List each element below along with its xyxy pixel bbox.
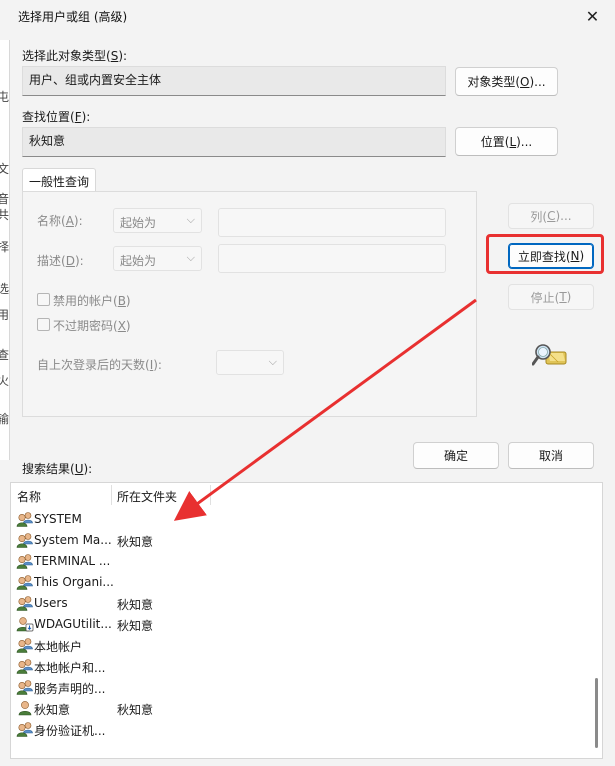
close-button[interactable]: ✕ (570, 0, 615, 32)
name-match-select[interactable]: 起始为 ⌵ (113, 208, 202, 233)
group-icon (16, 637, 34, 653)
chevron-down-icon: ⌵ (186, 251, 195, 264)
background-text: 屯 (0, 88, 9, 105)
group-icon (16, 595, 34, 611)
group-icon (16, 574, 34, 590)
object-types-button[interactable]: 对象类型(O)... (455, 67, 558, 96)
list-item[interactable]: SYSTEM (11, 509, 602, 530)
non-expiring-password-checkbox[interactable] (37, 318, 50, 331)
column-divider[interactable] (210, 485, 211, 505)
item-folder: 秋知意 (117, 535, 154, 549)
background-text: 用 (0, 306, 9, 323)
list-item[interactable]: TERMINAL ... (11, 551, 602, 572)
name-input[interactable] (218, 208, 446, 237)
stop-button[interactable]: 停止(T) (508, 284, 594, 310)
object-type-label: 选择此对象类型(S): (22, 49, 128, 63)
group-icon (16, 553, 34, 569)
background-text: 火 (0, 372, 9, 389)
list-item[interactable]: 身份验证机... (11, 719, 602, 740)
columns-button[interactable]: 列(C)... (508, 203, 594, 229)
user-download-icon (16, 616, 34, 632)
chevron-down-icon: ⌵ (268, 355, 277, 368)
item-name: System Ma... (34, 533, 112, 547)
item-name: This Organi... (34, 575, 114, 589)
list-item[interactable]: 秋知意 秋知意 (11, 698, 602, 719)
results-scrollbar[interactable] (595, 678, 598, 748)
days-since-logon-label: 自上次登录后的天数(I): (37, 358, 162, 372)
item-name: 本地帐户和... (34, 661, 106, 675)
list-item[interactable]: 服务声明的... (11, 677, 602, 698)
background-window-strip: 屯文音共择选用查火输 (0, 40, 10, 460)
list-item[interactable]: WDAGUtilit... 秋知意 (11, 614, 602, 635)
location-label: 查找位置(F): (22, 110, 91, 124)
background-text: 共 (0, 206, 9, 223)
description-input[interactable] (218, 244, 446, 273)
item-name: Users (34, 596, 68, 610)
cancel-button[interactable]: 取消 (508, 442, 594, 469)
background-text: 输 (0, 410, 9, 427)
search-results-list[interactable]: 名称 所在文件夹 SYSTEM System Ma... 秋知意 TERMINAL .… (10, 482, 603, 759)
name-label: 名称(A): (37, 214, 83, 228)
non-expiring-password-label: 不过期密码(X) (53, 319, 131, 333)
locations-button[interactable]: 位置(L)... (455, 127, 558, 156)
item-name: 服务声明的... (34, 682, 106, 696)
column-header-name[interactable]: 名称 (17, 488, 41, 505)
item-name: TERMINAL ... (34, 554, 111, 568)
background-text: 选 (0, 280, 9, 297)
title-bar: 选择用户或组 (高级) ✕ (0, 0, 615, 32)
list-item[interactable]: This Organi... (11, 572, 602, 593)
column-divider[interactable] (111, 485, 112, 505)
chevron-down-icon: ⌵ (186, 213, 195, 226)
ok-button[interactable]: 确定 (413, 442, 499, 469)
item-name: WDAGUtilit... (34, 617, 112, 631)
background-text: 音 (0, 190, 9, 207)
item-folder: 秋知意 (117, 598, 154, 612)
list-item[interactable]: Users 秋知意 (11, 593, 602, 614)
item-folder: 秋知意 (117, 619, 154, 633)
column-header-folder[interactable]: 所在文件夹 (117, 488, 177, 505)
window-title: 选择用户或组 (高级) (18, 10, 128, 24)
list-item[interactable]: 本地帐户 (11, 635, 602, 656)
item-name: 本地帐户 (34, 640, 83, 654)
close-icon: ✕ (585, 6, 600, 26)
days-since-logon-select[interactable]: ⌵ (216, 350, 284, 375)
group-icon (16, 721, 34, 737)
description-match-select[interactable]: 起始为 ⌵ (113, 246, 202, 271)
search-results-label: 搜索结果(U): (22, 462, 93, 476)
item-folder: 秋知意 (117, 703, 154, 717)
location-value: 秋知意 (22, 127, 446, 157)
results-header: 名称 所在文件夹 (11, 483, 602, 507)
background-text: 查 (0, 346, 9, 363)
list-item[interactable]: System Ma... 秋知意 (11, 530, 602, 551)
group-icon (16, 532, 34, 548)
list-item[interactable]: 本地帐户和... (11, 656, 602, 677)
item-name: 秋知意 (34, 703, 71, 717)
search-flashlight-icon (532, 344, 567, 366)
item-name: SYSTEM (34, 512, 82, 526)
user-icon (16, 700, 34, 716)
background-text: 文 (0, 160, 9, 177)
description-label: 描述(D): (37, 254, 84, 268)
object-type-value: 用户、组或内置安全主体 (22, 66, 446, 96)
group-icon (16, 511, 34, 527)
disabled-accounts-checkbox[interactable] (37, 293, 50, 306)
find-now-button[interactable]: 立即查找(N) (508, 243, 594, 269)
background-text: 择 (0, 238, 9, 255)
disabled-accounts-label: 禁用的帐户(B) (53, 294, 131, 308)
tab-general-queries[interactable]: 一般性查询 (22, 168, 96, 192)
item-name: 身份验证机... (34, 724, 106, 738)
group-icon (16, 679, 34, 695)
group-icon (16, 658, 34, 674)
